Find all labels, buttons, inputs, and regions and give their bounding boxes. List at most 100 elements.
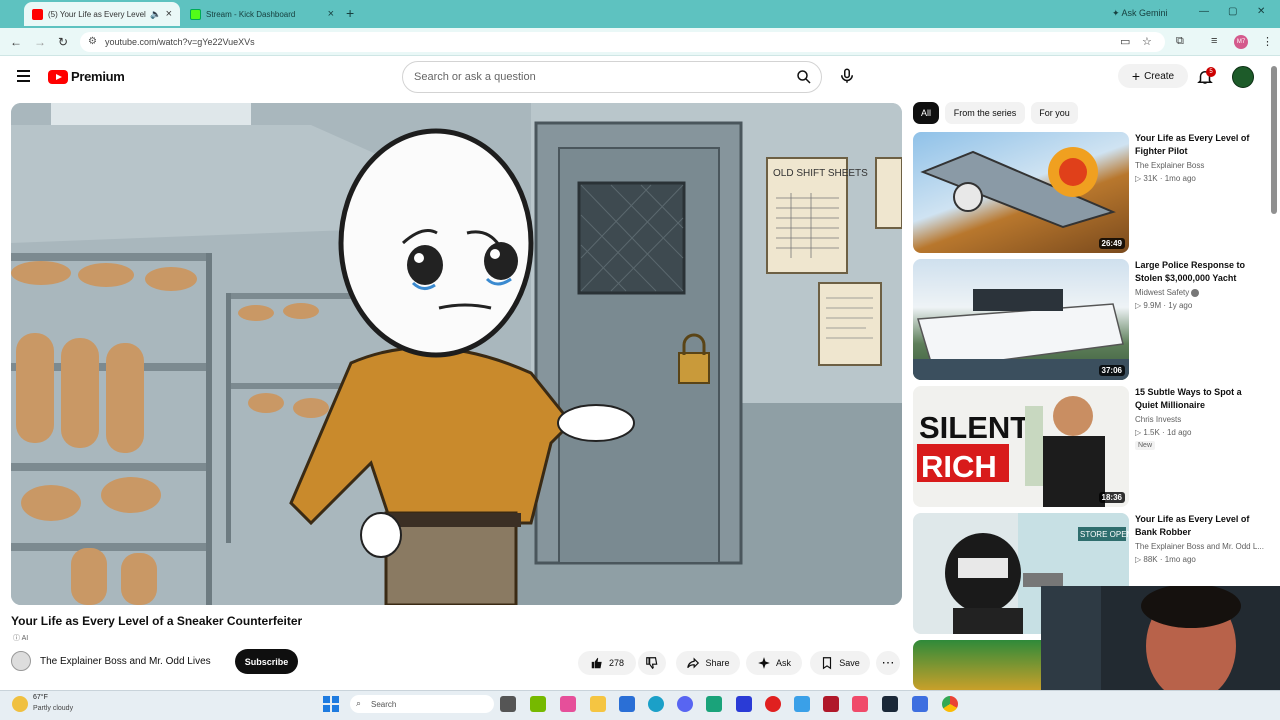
- channel-avatar[interactable]: [11, 651, 31, 671]
- rec-channel-text: Midwest Safety: [1135, 288, 1190, 297]
- rec-thumbnail[interactable]: SILENT RICH 18:36: [913, 386, 1129, 507]
- share-arrow-icon: [687, 657, 700, 669]
- duration-badge: 26:49: [1098, 238, 1125, 249]
- rec-meta: ▷ 88K · 1mo ago: [1135, 555, 1196, 564]
- rec-channel[interactable]: Midwest Safety: [1135, 288, 1200, 297]
- rec-channel[interactable]: Chris Invests: [1135, 415, 1181, 424]
- logo-text: Premium: [71, 69, 125, 84]
- rec-meta-text: 31K · 1mo ago: [1143, 174, 1196, 183]
- edge-icon[interactable]: [648, 696, 664, 712]
- store-icon[interactable]: [619, 696, 635, 712]
- chip-from-the-series[interactable]: From the series: [945, 102, 1025, 124]
- site-info-icon[interactable]: ⚙: [88, 36, 97, 47]
- new-tab-icon[interactable]: +: [346, 5, 354, 21]
- kick-favicon-icon: [190, 8, 201, 20]
- ask-button[interactable]: Ask: [746, 651, 802, 675]
- page-scrollbar[interactable]: [1271, 66, 1277, 214]
- microphone-icon[interactable]: [838, 67, 856, 85]
- rec-title[interactable]: 15 Subtle Ways to Spot a Quiet Millionai…: [1135, 386, 1263, 412]
- account-avatar[interactable]: [1232, 66, 1254, 88]
- weather-icon[interactable]: [12, 696, 28, 712]
- thumbs-up-icon: [591, 657, 602, 669]
- app-f-icon[interactable]: [794, 696, 810, 712]
- file-explorer-icon[interactable]: [590, 696, 606, 712]
- save-button[interactable]: Save: [810, 651, 870, 675]
- tab-kick-dashboard[interactable]: Stream - Kick Dashboard ×: [182, 2, 342, 26]
- search-icon[interactable]: [795, 68, 813, 86]
- rec-channel[interactable]: The Explainer Boss: [1135, 161, 1204, 170]
- close-tab-icon[interactable]: ×: [166, 8, 172, 20]
- adobe-icon[interactable]: [823, 696, 839, 712]
- rec-title[interactable]: Your Life as Every Level of Fighter Pilo…: [1135, 132, 1263, 158]
- rec-thumbnail[interactable]: 26:49: [913, 132, 1129, 253]
- rec-channel[interactable]: The Explainer Boss and Mr. Odd L...: [1135, 542, 1264, 551]
- rec-title[interactable]: Large Police Response to Stolen $3,000,0…: [1135, 259, 1263, 285]
- speaker-icon[interactable]: 🔈: [150, 9, 161, 20]
- like-button[interactable]: 278: [578, 651, 636, 675]
- yacht-illustration: [913, 289, 1129, 380]
- rec-thumbnail[interactable]: 37:06: [913, 259, 1129, 380]
- weather-description[interactable]: Partly cloudy: [33, 705, 73, 712]
- streamlabs-icon[interactable]: [706, 696, 722, 712]
- subscribe-button[interactable]: Subscribe: [235, 649, 298, 674]
- new-badge: New: [1135, 441, 1156, 450]
- chip-all[interactable]: All: [913, 102, 939, 124]
- channel-name[interactable]: The Explainer Boss and Mr. Odd Lives: [40, 656, 211, 667]
- cast-icon[interactable]: ▭: [1120, 35, 1130, 48]
- nvidia-icon[interactable]: [530, 696, 546, 712]
- create-button[interactable]: + Create: [1118, 64, 1188, 88]
- address-bar[interactable]: ⚙ youtube.com/watch?v=gYe22VueXVs: [80, 32, 1165, 52]
- close-window-icon[interactable]: ✕: [1257, 6, 1265, 17]
- hamburger-menu-icon[interactable]: [17, 70, 30, 82]
- like-count: 278: [608, 658, 625, 668]
- video-player[interactable]: OLD SHIFT SHEETS: [11, 103, 902, 605]
- copilot-icon[interactable]: [560, 696, 576, 712]
- create-label: Create: [1144, 70, 1175, 82]
- ai-label-text: AI: [21, 635, 29, 642]
- rec-meta: ▷ 31K · 1mo ago: [1135, 174, 1196, 183]
- extensions-icon[interactable]: ⧉: [1176, 35, 1184, 48]
- profile-avatar[interactable]: M7: [1234, 35, 1248, 49]
- minimize-icon[interactable]: —: [1199, 6, 1209, 17]
- rec-meta: ▷ 9.9M · 1y ago: [1135, 301, 1193, 310]
- tab-youtube[interactable]: (5) Your Life as Every Level of a Sneake…: [24, 2, 180, 26]
- share-button[interactable]: Share: [676, 651, 740, 675]
- opera-icon[interactable]: [765, 696, 781, 712]
- search-input[interactable]: Search or ask a question: [402, 61, 822, 93]
- ask-label: Ask: [775, 658, 791, 668]
- save-label: Save: [839, 658, 860, 668]
- maximize-icon[interactable]: ▢: [1228, 6, 1237, 17]
- app-blue-icon[interactable]: [912, 696, 928, 712]
- search-placeholder: Search or ask a question: [414, 71, 536, 83]
- task-view-icon[interactable]: [500, 696, 516, 712]
- rec-title[interactable]: Your Life as Every Level of Bank Robber: [1135, 513, 1263, 539]
- taskbar-search-icon: ⌕: [356, 698, 362, 708]
- bookmark-star-icon[interactable]: ☆: [1142, 35, 1152, 48]
- ask-gemini-button[interactable]: ✦ Ask Gemini: [1112, 8, 1168, 19]
- windows-start-icon[interactable]: [323, 696, 339, 712]
- more-menu-icon[interactable]: ⋮: [1262, 35, 1273, 48]
- youtube-play-icon: [48, 69, 68, 84]
- bookmark-icon: [823, 657, 832, 670]
- dislike-button[interactable]: [638, 651, 666, 675]
- app-icon[interactable]: [736, 696, 752, 712]
- ask-gemini-label: Ask Gemini: [1121, 8, 1168, 18]
- close-tab-icon[interactable]: ×: [328, 8, 334, 20]
- share-label: Share: [705, 658, 730, 668]
- sparkle-icon: [758, 657, 770, 669]
- forward-icon[interactable]: →: [34, 35, 46, 49]
- chip-for-you[interactable]: For you: [1031, 102, 1078, 124]
- taskbar-search[interactable]: ⌕ Search: [350, 695, 494, 713]
- silent-rich-thumbnail-art: SILENT RICH: [917, 396, 1105, 507]
- discord-icon[interactable]: [677, 696, 693, 712]
- youtube-premium-logo[interactable]: Premium: [48, 69, 125, 84]
- steam-icon[interactable]: [882, 696, 898, 712]
- weather-temperature[interactable]: 67°F: [33, 694, 48, 701]
- reload-icon[interactable]: ↻: [58, 35, 68, 49]
- music-icon[interactable]: [852, 696, 868, 712]
- windows-taskbar: [0, 690, 1280, 720]
- media-controls-icon[interactable]: ≡: [1211, 35, 1217, 47]
- chrome-icon[interactable]: [942, 696, 958, 712]
- more-actions-icon[interactable]: ⋯: [876, 651, 900, 675]
- back-icon[interactable]: ←: [10, 35, 22, 49]
